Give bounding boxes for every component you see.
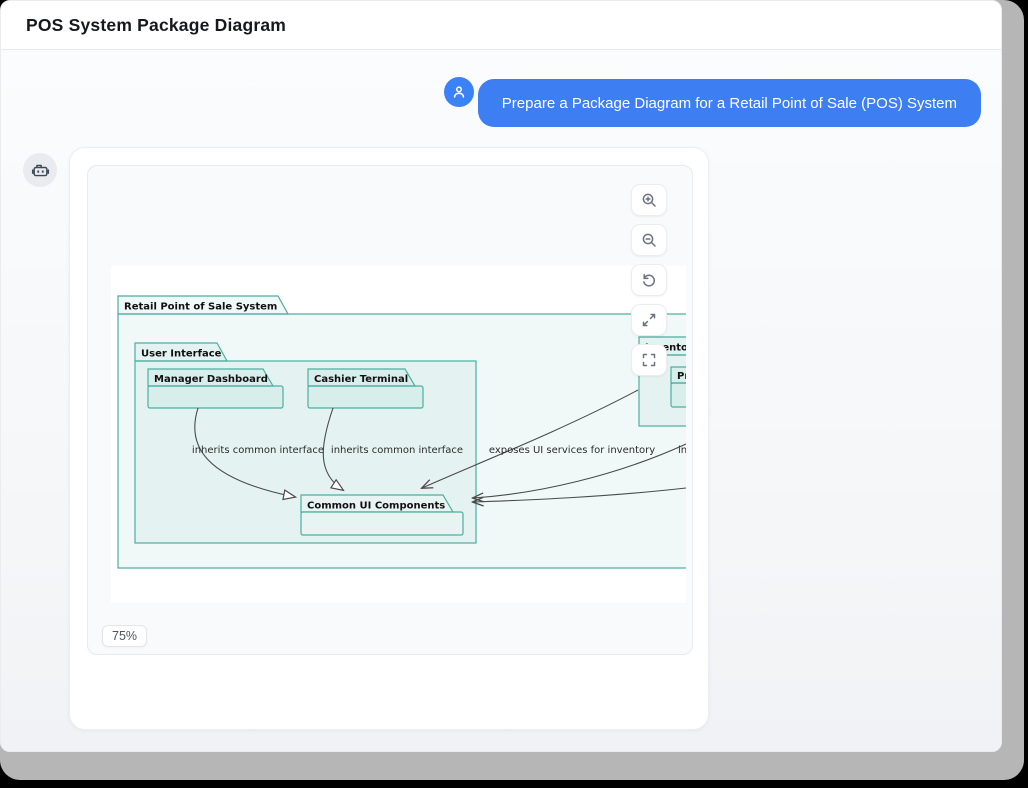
app-window: POS System Package Diagram Prepare a Pac… bbox=[0, 0, 1002, 752]
zoom-out-button[interactable] bbox=[631, 224, 667, 256]
edge-label: in bbox=[678, 445, 686, 456]
zoom-in-button[interactable] bbox=[631, 184, 667, 216]
user-avatar bbox=[444, 77, 474, 107]
diagram-canvas[interactable]: Retail Point of Sale System User Interfa… bbox=[87, 165, 693, 655]
magnifier-plus-icon bbox=[641, 192, 657, 208]
bot-avatar bbox=[23, 153, 57, 187]
package-label: Cashier Terminal bbox=[314, 374, 408, 385]
user-message-bubble: Prepare a Package Diagram for a Retail P… bbox=[478, 79, 981, 127]
edge-label: inherits common interface bbox=[192, 445, 324, 456]
rotate-ccw-icon bbox=[641, 272, 657, 288]
main-content: Prepare a Package Diagram for a Retail P… bbox=[1, 50, 1001, 752]
diagram-card: Retail Point of Sale System User Interfa… bbox=[69, 147, 709, 730]
package-label: Common UI Components bbox=[307, 501, 445, 512]
person-icon bbox=[451, 84, 467, 100]
maximize-icon bbox=[641, 312, 657, 328]
app-header: POS System Package Diagram bbox=[1, 1, 1001, 50]
package-diagram: Retail Point of Sale System User Interfa… bbox=[111, 266, 686, 603]
package-label: Manager Dashboard bbox=[154, 374, 268, 385]
package-label: Retail Point of Sale System bbox=[124, 302, 277, 313]
package-label: Pr bbox=[677, 371, 686, 382]
robot-icon bbox=[31, 161, 50, 180]
reset-view-button[interactable] bbox=[631, 264, 667, 296]
zoom-controls bbox=[631, 184, 667, 376]
zoom-level-badge: 75% bbox=[102, 625, 147, 647]
fit-screen-icon bbox=[641, 352, 657, 368]
page-title: POS System Package Diagram bbox=[26, 15, 286, 36]
expand-button[interactable] bbox=[631, 304, 667, 336]
fit-view-button[interactable] bbox=[631, 344, 667, 376]
magnifier-minus-icon bbox=[641, 232, 657, 248]
edge-label: inherits common interface bbox=[331, 445, 463, 456]
screen-background: POS System Package Diagram Prepare a Pac… bbox=[0, 0, 1028, 788]
package-label: User Interface bbox=[141, 349, 222, 360]
edge-label: exposes UI services for inventory bbox=[489, 445, 655, 456]
